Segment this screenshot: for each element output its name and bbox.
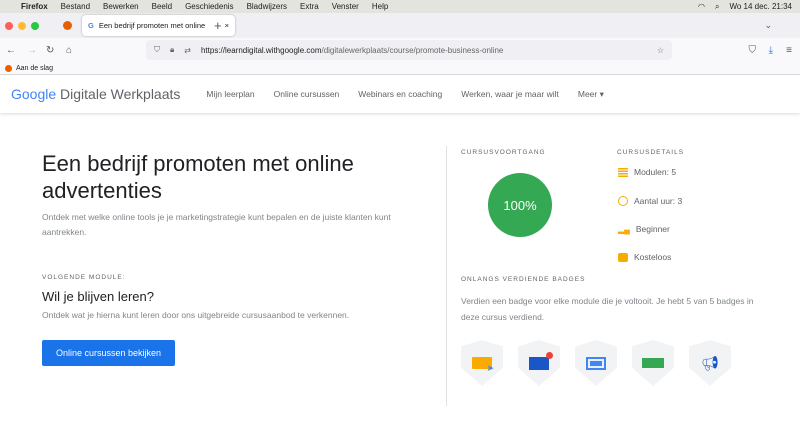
course-description: Ontdek met welke online tools je je mark… — [42, 212, 391, 237]
shield-icon[interactable]: ⛉ — [154, 45, 160, 55]
menu-bestand[interactable]: Bestand — [61, 2, 90, 11]
nav-online-cursussen[interactable]: Online cursussen — [274, 89, 340, 100]
badges-label: ONLANGS VERDIENDE BADGES — [461, 276, 586, 283]
reload-button[interactable]: ↻ — [46, 45, 54, 56]
pocket-icon[interactable]: ⛉ — [749, 45, 757, 56]
detail-level: ▂▄ Beginner — [618, 224, 670, 234]
logo-text: Digitale Werkplaats — [60, 86, 181, 102]
detail-level-text: Beginner — [635, 224, 670, 234]
nav-mijn-leerplan[interactable]: Mijn leerplan — [206, 89, 254, 100]
bookmarks-bar: Aan de slag — [0, 62, 800, 75]
home-button[interactable]: ⌂ — [66, 45, 72, 56]
ad-click-icon[interactable]: ➤ — [461, 340, 503, 386]
detail-price: Kosteloos — [618, 252, 671, 262]
progress-circle: 100% — [488, 173, 552, 237]
nav-meer[interactable]: Meer ▾ — [578, 89, 604, 100]
tab-active[interactable]: G Een bedrijf promoten met online × — [82, 15, 235, 36]
search-icon[interactable]: ⌕ — [715, 2, 719, 12]
clock-icon — [618, 196, 628, 206]
next-module-title: Wil je blijven leren? — [42, 289, 154, 304]
detail-hours-text: Aantal uur: 3 — [634, 196, 683, 206]
clock[interactable]: Wo 14 dec. 21:34 — [729, 2, 792, 11]
detail-modules: Modulen: 5 — [618, 167, 676, 177]
divider — [446, 146, 447, 406]
close-window-button[interactable] — [5, 21, 13, 30]
nav-werken[interactable]: Werken, waar je maar wilt — [461, 89, 559, 100]
display-ad-icon[interactable] — [632, 340, 674, 386]
megaphone-icon[interactable]: 📢︎ — [689, 340, 731, 386]
google-wordmark: Google — [11, 86, 57, 102]
tab-bar: G Een bedrijf promoten met online × + ⌄ — [0, 13, 800, 38]
course-intro: Een bedrijf promoten met online adverten… — [42, 150, 432, 366]
downloads-icon[interactable]: ⤓ — [769, 45, 773, 56]
firefox-bookmark-icon — [5, 64, 12, 72]
menu-bewerken[interactable]: Bewerken — [103, 2, 139, 11]
firefox-view-icon[interactable] — [63, 21, 72, 30]
close-tab-icon[interactable]: × — [225, 21, 229, 30]
nav-meer-label: Meer — [577, 88, 598, 99]
course-title: Een bedrijf promoten met online adverten… — [42, 151, 354, 203]
bookmark-star-icon[interactable]: ☆ — [657, 46, 664, 55]
menu-beeld[interactable]: Beeld — [152, 2, 172, 11]
progress-value: 100% — [503, 197, 537, 213]
detail-price-text: Kosteloos — [634, 252, 672, 262]
tab-title: Een bedrijf promoten met online — [98, 21, 206, 30]
minimize-window-button[interactable] — [18, 21, 26, 30]
forward-button[interactable]: → — [27, 45, 37, 56]
email-icon[interactable] — [518, 340, 560, 386]
site-logo[interactable]: Google Digitale Werkplaats — [11, 86, 180, 102]
list-icon — [618, 167, 628, 177]
caret-down-icon: ▾ — [599, 88, 604, 99]
nav-webinars[interactable]: Webinars en coaching — [358, 89, 442, 100]
menu-icon[interactable]: ≡ — [786, 45, 792, 56]
badges-row: ➤ 📢︎ — [461, 340, 731, 386]
tab-list-icon[interactable]: ⌄ — [764, 20, 772, 31]
new-tab-button[interactable]: + — [214, 18, 222, 33]
menu-extra[interactable]: Extra — [300, 2, 319, 11]
menu-firefox[interactable]: Firefox — [21, 2, 48, 11]
menu-venster[interactable]: Venster — [332, 2, 359, 11]
menu-geschiedenis[interactable]: Geschiedenis — [185, 2, 233, 11]
badges-text: Verdien een badge voor elke module die j… — [461, 296, 754, 322]
coins-icon — [618, 252, 628, 262]
detail-modules-text: Modulen: 5 — [634, 167, 677, 177]
next-module-label: VOLGENDE MODULE: — [42, 274, 126, 281]
view-courses-button[interactable]: Online cursussen bekijken — [42, 340, 176, 366]
macos-menubar: Firefox Bestand Bewerken Beeld Geschiede… — [0, 0, 800, 13]
nav-toolbar: ← → ↻ ⌂ ⛉ 🔒︎ ⇄ https://learndigital.with… — [0, 38, 800, 62]
back-button[interactable]: ← — [6, 45, 16, 56]
lock-icon[interactable]: 🔒︎ — [170, 45, 174, 55]
wifi-icon[interactable]: ◠ — [698, 2, 705, 11]
details-label: CURSUSDETAILS — [617, 149, 685, 156]
url-path: /digitalewerkplaats/course/promote-busin… — [321, 45, 504, 55]
url-host: https://learndigital.withgoogle.com — [200, 45, 322, 55]
permissions-icon[interactable]: ⇄ — [184, 46, 191, 55]
zoom-window-button[interactable] — [31, 21, 39, 30]
signal-bars-icon: ▂▄ — [618, 224, 630, 234]
google-favicon: G — [88, 21, 94, 30]
laptop-icon[interactable] — [575, 340, 617, 386]
next-module-text: Ontdek wat je hierna kunt leren door ons… — [42, 310, 350, 320]
progress-label: CURSUSVOORTGANG — [461, 149, 546, 156]
menu-bladwijzers[interactable]: Bladwijzers — [247, 2, 287, 11]
site-header: Google Digitale Werkplaats Mijn leerplan… — [0, 75, 800, 113]
bookmark-aan-de-slag[interactable]: Aan de slag — [16, 65, 53, 72]
detail-hours: Aantal uur: 3 — [618, 196, 682, 206]
menu-help[interactable]: Help — [372, 2, 388, 11]
url-bar[interactable]: ⛉ 🔒︎ ⇄ https://learndigital.withgoogle.c… — [146, 40, 672, 60]
